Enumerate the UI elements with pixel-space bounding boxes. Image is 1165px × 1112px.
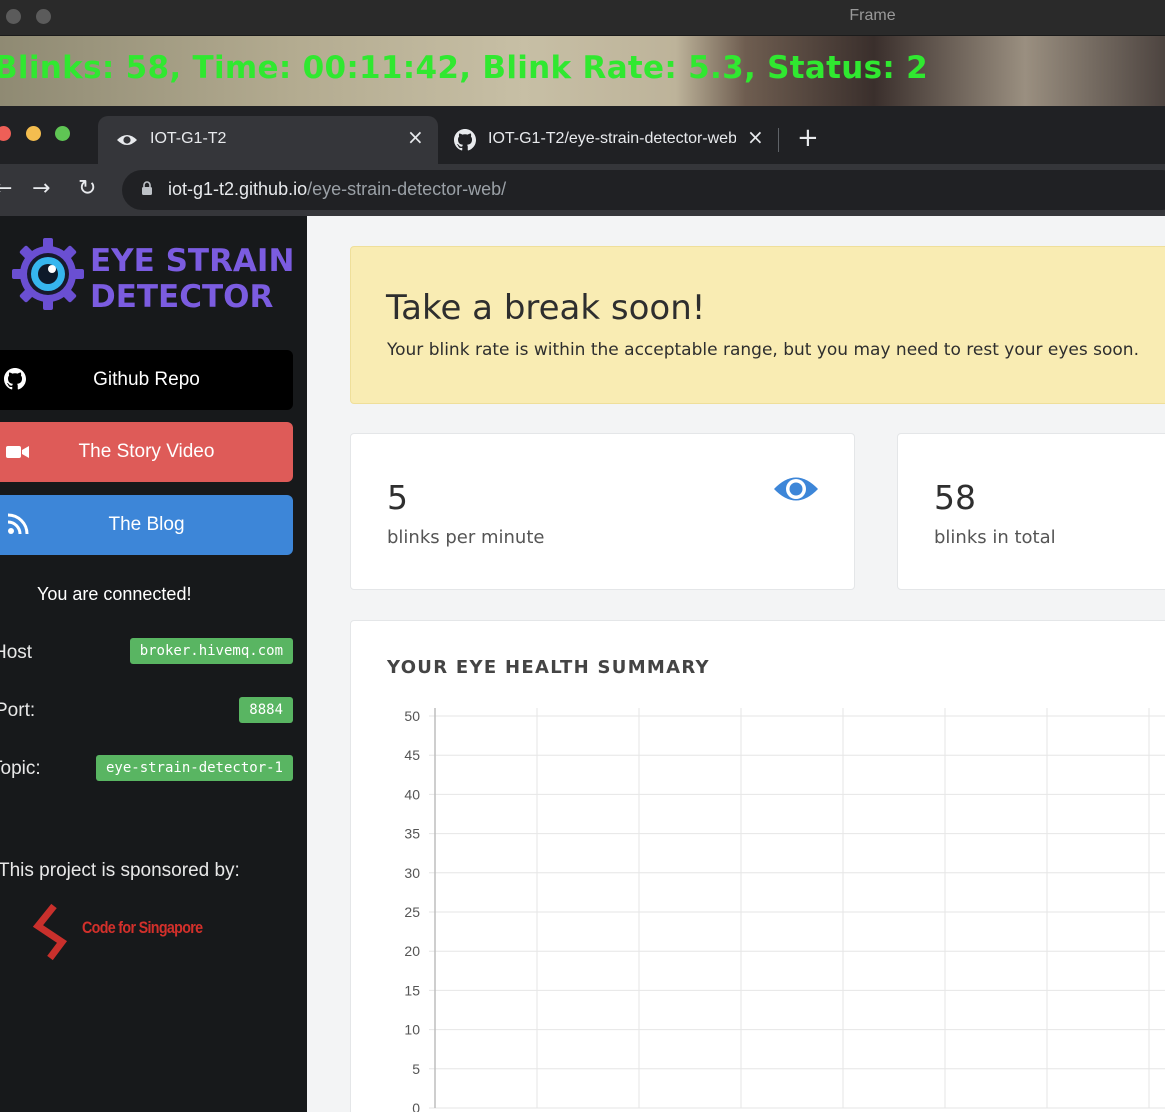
- eye-icon: [774, 477, 818, 501]
- forward-icon[interactable]: →: [32, 174, 50, 204]
- github-icon: [454, 129, 476, 151]
- alert-body: Your blink rate is within the acceptable…: [387, 340, 1139, 360]
- url-text[interactable]: iot-g1-t2.github.io/eye-strain-detector-…: [168, 179, 506, 200]
- sponsor-name[interactable]: Code for Singapore: [82, 918, 203, 938]
- host-label: Host: [0, 642, 33, 663]
- tab-title: IOT-G1-T2/eye-strain-detector-web: [488, 130, 736, 147]
- app-logo-text: EYE STRAIN DETECTOR: [90, 243, 294, 315]
- video-overlay: Blinks: 58, Time: 00:11:42, Blink Rate: …: [0, 36, 1165, 106]
- summary-title: YOUR EYE HEALTH SUMMARY: [387, 657, 710, 678]
- alert-title: Take a break soon!: [386, 288, 706, 328]
- chart-y-tick-label: 10: [404, 1022, 420, 1038]
- tab-close-icon[interactable]: ×: [407, 127, 424, 147]
- blog-button[interactable]: The Blog: [0, 495, 293, 555]
- blinks-total-value: 58: [934, 478, 976, 517]
- chart-y-tick-label: 20: [404, 943, 420, 959]
- chart-y-tick-label: 50: [404, 708, 420, 724]
- blinks-per-minute-value: 5: [387, 478, 408, 517]
- chart-y-tick-label: 5: [412, 1061, 420, 1077]
- reload-icon[interactable]: ↻: [78, 174, 96, 204]
- blinks-per-minute-card: [350, 433, 855, 590]
- window-maximize-button[interactable]: [55, 126, 70, 141]
- topic-badge: eye-strain-detector-1: [95, 755, 293, 781]
- chart-y-tick-label: 30: [404, 865, 420, 881]
- chart-y-tick-label: 45: [404, 747, 420, 763]
- port-label: Port:: [0, 700, 36, 721]
- logo-line-1: EYE STRAIN: [90, 243, 295, 279]
- new-tab-icon[interactable]: +: [797, 124, 819, 152]
- chart-y-tick-label: 15: [404, 982, 420, 998]
- url-path: /eye-strain-detector-web/: [307, 179, 507, 199]
- blink-stats-overlay: Blinks: 58, Time: 00:11:42, Blink Rate: …: [0, 50, 929, 86]
- code-for-singapore-logo-icon[interactable]: [32, 902, 78, 964]
- story-video-button[interactable]: The Story Video: [0, 422, 293, 482]
- chart-y-tick-label: 35: [404, 826, 420, 842]
- host-badge: broker.hivemq.com: [129, 638, 293, 664]
- frame-titlebar: Frame: [0, 0, 1165, 36]
- connection-status: You are connected!: [37, 584, 192, 604]
- blinks-per-minute-label: blinks per minute: [387, 527, 545, 548]
- tab-iot-g1-t2[interactable]: IOT-G1-T2 ×: [98, 116, 438, 164]
- chart-y-tick-label: 0: [412, 1100, 420, 1112]
- tab-github-repo[interactable]: IOT-G1-T2/eye-strain-detector-web ×: [440, 116, 780, 164]
- window-minimize-button[interactable]: [26, 126, 41, 141]
- eye-gear-logo-icon: [12, 238, 84, 310]
- topic-label: Topic:: [0, 758, 41, 779]
- url-host: iot-g1-t2.github.io: [168, 179, 308, 199]
- blinks-total-label: blinks in total: [934, 527, 1056, 548]
- back-icon[interactable]: ←: [0, 174, 12, 204]
- sponsor-text: This project is sponsored by:: [0, 860, 240, 881]
- chart-y-tick-label: 40: [404, 786, 420, 802]
- port-badge: 8884: [239, 697, 293, 723]
- github-repo-button[interactable]: Github Repo: [0, 350, 293, 410]
- tab-close-icon[interactable]: ×: [747, 127, 764, 147]
- frame-title: Frame: [849, 7, 896, 24]
- chart-y-tick-label: 25: [404, 904, 420, 920]
- eye-icon: [117, 135, 137, 145]
- tab-title: IOT-G1-T2: [150, 130, 227, 147]
- eye-health-chart: 0 5 10 15 20 25 30 35 40 45 50: [404, 708, 1165, 1112]
- blog-label: The Blog: [108, 514, 185, 535]
- tab-separator: [778, 128, 779, 152]
- story-video-label: The Story Video: [78, 441, 215, 462]
- logo-line-2: DETECTOR: [90, 279, 274, 315]
- github-repo-label: Github Repo: [93, 369, 200, 390]
- lock-icon: [142, 181, 152, 195]
